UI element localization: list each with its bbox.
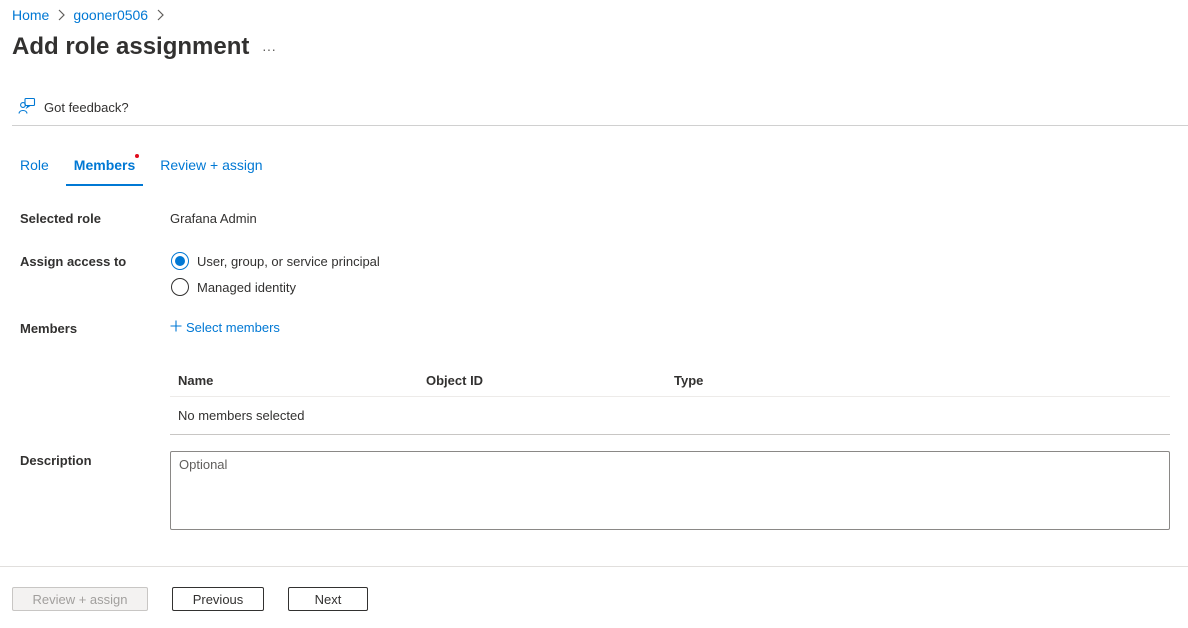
chevron-right-icon [151,8,169,22]
breadcrumb-home[interactable]: Home [12,7,49,23]
radio-managed-identity[interactable]: Managed identity [171,278,296,296]
radio-checked-icon [171,252,189,270]
selected-role-label: Selected role [20,211,101,226]
column-header-name[interactable]: Name [170,373,418,388]
breadcrumb: Home gooner0506 [12,7,172,23]
tab-role[interactable]: Role [12,148,57,182]
feedback-label: Got feedback? [44,100,129,115]
description-input[interactable] [170,451,1170,530]
select-members-label: Select members [186,320,280,335]
review-assign-button[interactable]: Review + assign [12,587,148,611]
previous-button[interactable]: Previous [172,587,264,611]
feedback-person-icon [18,97,44,118]
members-label: Members [20,321,78,336]
footer-divider [0,566,1188,567]
page-title: Add role assignment [12,33,250,60]
column-header-type[interactable]: Type [666,373,866,388]
table-header: Name Object ID Type [170,364,1170,397]
select-members-button[interactable]: Select members [170,320,280,335]
assign-access-label: Assign access to [20,254,127,269]
description-label: Description [20,453,92,468]
next-button[interactable]: Next [288,587,368,611]
header-divider [12,125,1188,126]
wizard-tabs: Role Members Review + assign [12,148,280,186]
breadcrumb-resource[interactable]: gooner0506 [73,7,148,23]
plus-icon [170,320,186,335]
table-empty-row: No members selected [170,397,1170,435]
radio-user-group-sp[interactable]: User, group, or service principal [171,252,380,270]
selected-role-value: Grafana Admin [170,211,257,226]
feedback-button[interactable]: Got feedback? [18,97,129,118]
tab-role-label: Role [20,157,49,173]
more-options-button[interactable]: ··· [258,37,280,61]
chevron-right-icon [52,8,70,22]
required-dot-icon [135,154,140,158]
radio-managed-identity-label: Managed identity [197,279,297,295]
tab-review-assign-label: Review + assign [160,157,263,173]
radio-user-group-sp-label: User, group, or service principal [197,253,380,269]
members-table: Name Object ID Type No members selected [170,364,1170,435]
tab-members[interactable]: Members [65,148,144,186]
column-header-object-id[interactable]: Object ID [418,373,666,388]
tab-review-assign[interactable]: Review + assign [152,148,270,182]
tab-members-label: Members [73,157,136,173]
radio-unchecked-icon [171,278,189,296]
